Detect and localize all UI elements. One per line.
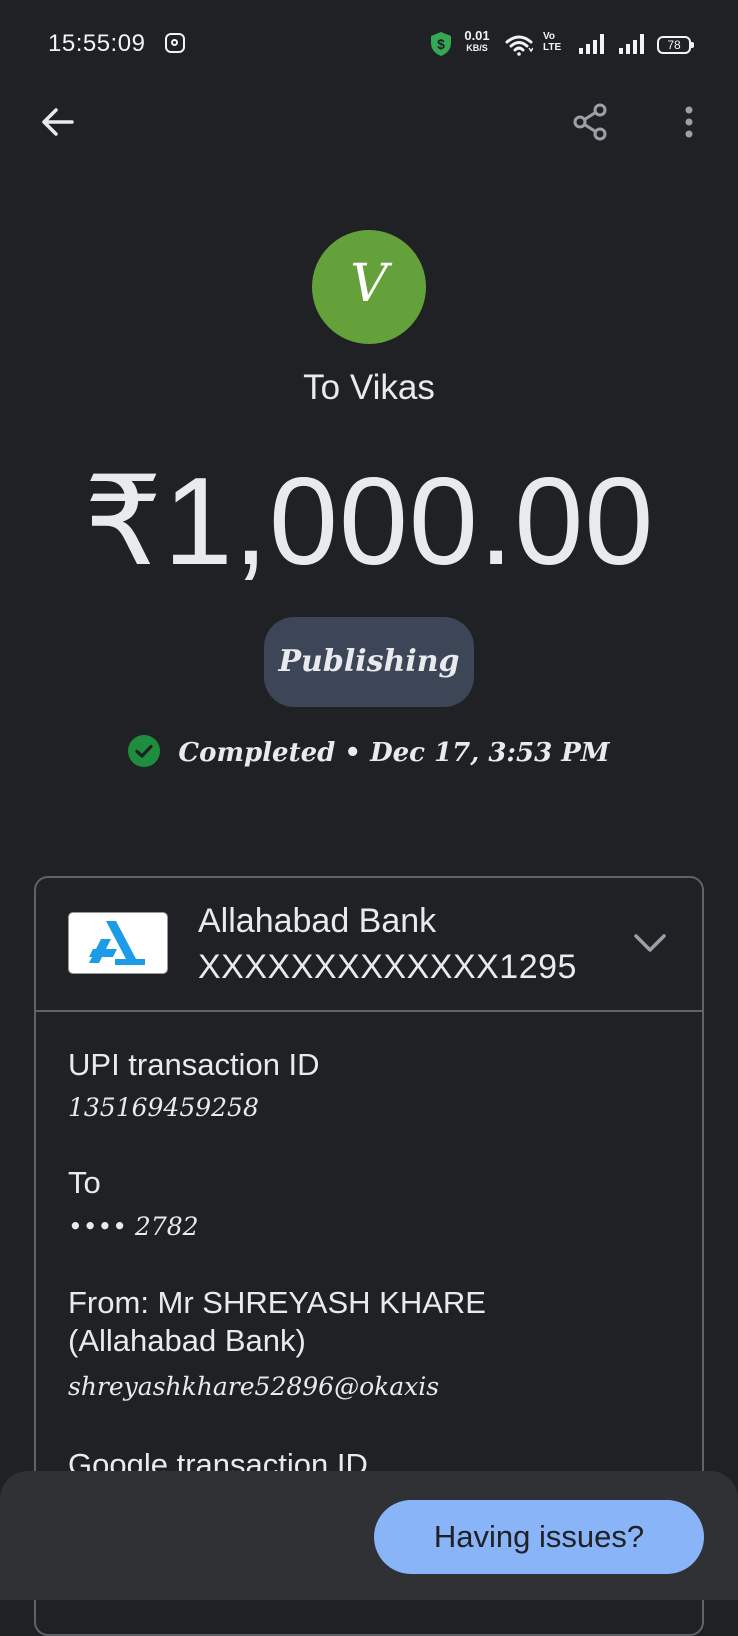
svg-text:$: $: [437, 36, 445, 52]
network-speed-value: 0.01: [464, 28, 490, 43]
signal-icon-sim2: [619, 34, 644, 54]
volte-bottom: LTE: [543, 42, 562, 53]
having-issues-button[interactable]: Having issues?: [374, 1500, 704, 1574]
to-label: To: [68, 1165, 101, 1200]
from-label: From: Mr SHREYASH KHARE (Allahabad Bank): [68, 1285, 486, 1358]
recipient-name: To Vikas: [303, 368, 435, 407]
payment-note: Publishing: [264, 617, 474, 707]
back-arrow-icon[interactable]: [36, 100, 80, 144]
battery-icon: 78: [657, 36, 694, 54]
volte-top: Vo: [543, 31, 556, 42]
network-speed: 0.01 KB/S: [459, 28, 495, 54]
check-circle-icon: [128, 735, 161, 767]
bank-account-row[interactable]: Allahabad Bank XXXXXXXXXXXXX1295: [36, 878, 702, 1012]
signal-icon-sim1: [579, 34, 604, 54]
more-options-icon[interactable]: [670, 100, 714, 144]
status-time: 15:55:09: [48, 30, 146, 57]
volte-icon: Vo LTE: [543, 31, 561, 53]
bank-logo: [68, 912, 168, 974]
bottom-sheet: Having issues?: [0, 1471, 738, 1600]
network-speed-unit: KB/S: [466, 43, 488, 53]
status-bar: 15:55:09 $ 0.01 KB/S Vo LTE 78: [0, 0, 738, 90]
payment-amount: ₹1,000.00: [83, 453, 655, 591]
payment-status-line: Completed • Dec 17, 3:53 PM: [0, 735, 738, 770]
recipient-avatar: V: [312, 230, 426, 344]
wifi-icon: [505, 35, 533, 56]
instagram-icon: [165, 33, 185, 53]
payment-status: Completed: [178, 738, 336, 768]
shield-dollar-icon: $: [431, 32, 451, 56]
allahabad-bank-logo-icon: [89, 921, 145, 965]
upi-id-value: 135169459258: [68, 1093, 259, 1122]
payment-datetime: Dec 17, 3:53 PM: [370, 738, 610, 768]
status-separator: •: [344, 738, 361, 768]
bank-account-number: XXXXXXXXXXXXX1295: [198, 948, 577, 986]
from-value: shreyashkhare52896@okaxis: [68, 1372, 440, 1401]
upi-id-label: UPI transaction ID: [68, 1047, 320, 1082]
bank-name: Allahabad Bank: [198, 902, 437, 940]
share-icon[interactable]: [568, 100, 612, 144]
chevron-down-icon[interactable]: [630, 928, 670, 958]
to-value: •••• 2782: [68, 1212, 199, 1241]
